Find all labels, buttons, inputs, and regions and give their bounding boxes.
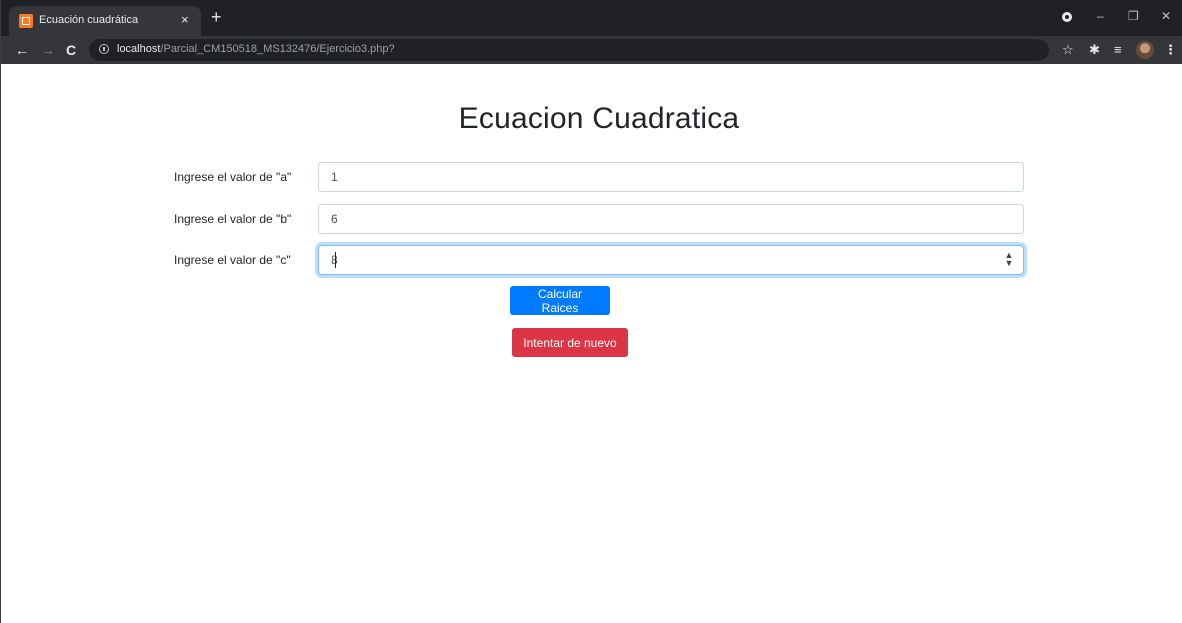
field-b-label: Ingrese el valor de "b" — [174, 212, 292, 226]
menu-icon[interactable]: ⋮ — [1164, 41, 1177, 59]
browser-window: Ecuación cuadrática × + – ❐ ✕ ← → C loca… — [0, 0, 1182, 623]
url-host: localhost — [117, 43, 161, 55]
calculate-roots-button[interactable]: Calcular Raices — [510, 286, 610, 315]
tab-strip: Ecuación cuadrática × + – ❐ ✕ — [1, 0, 1182, 36]
page-content: Ecuacion Cuadratica Ingrese el valor de … — [1, 64, 1182, 623]
reload-icon[interactable]: C — [66, 41, 76, 59]
profile-avatar[interactable] — [1136, 41, 1154, 59]
field-c-label: Ingrese el valor de "c" — [174, 253, 291, 267]
browser-toolbar: ← → C localhost/Parcial_CM150518_MS13247… — [1, 36, 1182, 64]
retry-button[interactable]: Intentar de nuevo — [512, 328, 628, 357]
reading-list-icon[interactable]: ≡ — [1114, 41, 1122, 59]
tab-title: Ecuación cuadrática — [39, 14, 139, 26]
site-info-icon[interactable] — [99, 44, 109, 54]
form-row-a: Ingrese el valor de "a" — [1, 162, 1182, 192]
text-caret — [335, 252, 336, 268]
address-bar[interactable]: localhost/Parcial_CM150518_MS132476/Ejer… — [89, 39, 1049, 61]
form-row-c: Ingrese el valor de "c" ▲▼ — [1, 245, 1182, 275]
browser-tab[interactable]: Ecuación cuadrática × — [9, 6, 201, 36]
restore-icon[interactable]: ❐ — [1128, 8, 1139, 24]
bookmark-star-icon[interactable]: ☆ — [1062, 41, 1074, 59]
field-a-input[interactable] — [318, 162, 1024, 192]
profile-indicator-icon[interactable] — [1062, 12, 1072, 22]
minimize-icon[interactable]: – — [1097, 8, 1104, 24]
tab-close-icon[interactable]: × — [181, 12, 189, 28]
url-text: localhost/Parcial_CM150518_MS132476/Ejer… — [117, 43, 395, 55]
back-icon[interactable]: ← — [15, 41, 29, 59]
forward-icon[interactable]: → — [41, 41, 55, 59]
new-tab-icon[interactable]: + — [211, 8, 222, 26]
field-c-input[interactable] — [318, 245, 1024, 275]
field-b-input[interactable] — [318, 204, 1024, 234]
form-row-b: Ingrese el valor de "b" — [1, 204, 1182, 234]
page-title: Ecuacion Cuadratica — [458, 102, 740, 135]
field-a-label: Ingrese el valor de "a" — [174, 170, 292, 184]
number-spinner-icon[interactable]: ▲ ▼ — [1003, 251, 1015, 269]
xampp-icon — [19, 14, 33, 28]
url-path: /Parcial_CM150518_MS132476/Ejercicio3.ph… — [160, 43, 395, 55]
close-window-icon[interactable]: ✕ — [1161, 8, 1171, 24]
extensions-icon[interactable]: ✱ — [1089, 41, 1100, 59]
